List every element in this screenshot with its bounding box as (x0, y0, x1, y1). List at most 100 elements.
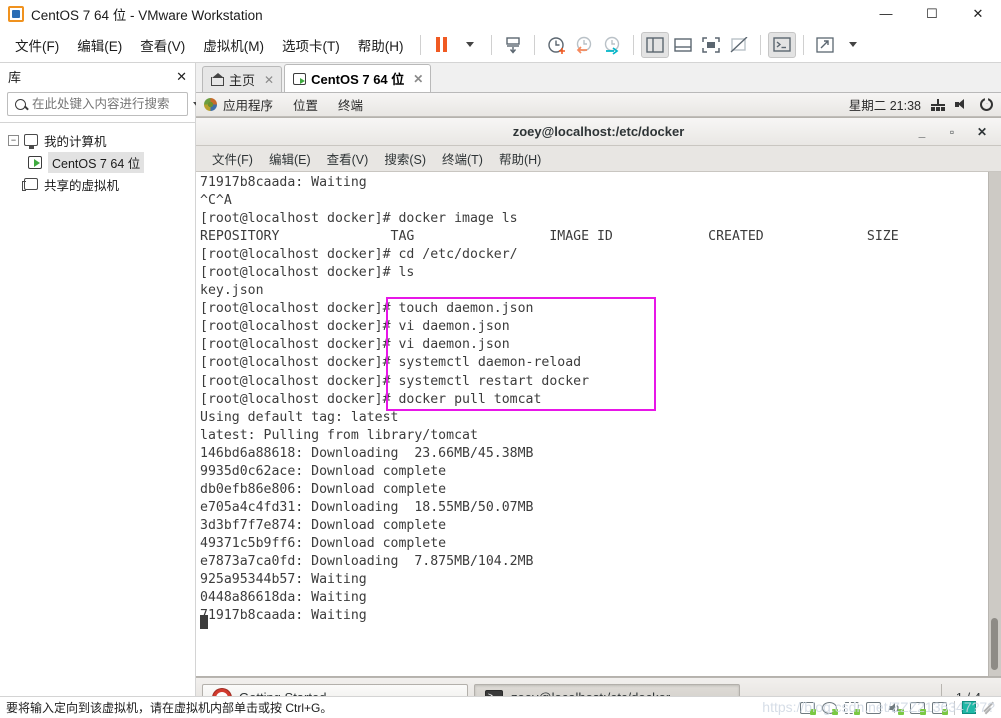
menu-help[interactable]: 帮助(H) (349, 31, 413, 59)
tab-label: CentOS 7 64 位 (311, 72, 405, 87)
tab-close-icon[interactable]: ✕ (264, 73, 274, 87)
status-bar: 要将输入定向到该虚拟机，请在虚拟机内部单击或按 Ctrl+G。 (0, 696, 1001, 718)
tab-pane: 主页 ✕ CentOS 7 64 位 ✕ 应用程序 位置 终端 星期二 21:3… (196, 63, 1001, 717)
console-icon[interactable] (767, 31, 796, 58)
menu-file[interactable]: 文件(F) (6, 31, 68, 59)
home-icon (211, 73, 224, 86)
guest-os-screen[interactable]: 应用程序 位置 终端 星期二 21:38 zoey@localhost:/etc… (196, 93, 1001, 717)
status-separator (954, 700, 955, 715)
network-adapter-icon[interactable] (844, 701, 860, 715)
terminal-scrollbar[interactable] (988, 172, 1001, 676)
toolbar-separator (802, 34, 804, 55)
hard-disk-icon[interactable] (800, 701, 816, 715)
library-close-icon[interactable]: ✕ (176, 69, 187, 85)
monitor-icon (24, 134, 38, 149)
menu-toolbar: 文件(F) 编辑(E) 查看(V) 虚拟机(M) 选项卡(T) 帮助(H) (0, 27, 1001, 63)
vm-running-icon (28, 155, 42, 169)
pause-icon[interactable] (428, 32, 456, 58)
gnome-applications-icon (204, 98, 217, 111)
tree-item-my-computer[interactable]: − 我的计算机 (6, 129, 195, 151)
usb-device-icon[interactable] (910, 701, 926, 715)
close-button[interactable]: ✕ (955, 0, 1001, 27)
resize-grip-icon[interactable] (983, 702, 995, 714)
tree-item-centos7[interactable]: CentOS 7 64 位 (6, 151, 195, 173)
terminal-menu-edit[interactable]: 编辑(E) (261, 149, 319, 168)
snapshot-take-icon[interactable] (499, 32, 527, 58)
panel-applications-menu[interactable]: 应用程序 (221, 95, 283, 114)
dropdown-caret-icon[interactable] (456, 32, 484, 58)
terminal-window: zoey@localhost:/etc/docker _ ▫ ✕ 文件(F) 编… (196, 117, 1001, 677)
toolbar-separator (632, 34, 634, 55)
tree-item-label: 共享的虚拟机 (44, 178, 120, 193)
terminal-cursor (200, 615, 208, 629)
terminal-menu-help[interactable]: 帮助(H) (491, 149, 549, 168)
terminal-minimize-button[interactable]: _ (915, 125, 929, 139)
terminal-title: zoey@localhost:/etc/docker (512, 124, 685, 139)
window-controls: — ☐ ✕ (863, 0, 1001, 27)
show-library-icon[interactable] (640, 31, 669, 58)
panel-terminal-menu[interactable]: 终端 (328, 95, 373, 114)
usb-device-icon[interactable] (932, 701, 948, 715)
status-message: 要将输入定向到该虚拟机，请在虚拟机内部单击或按 Ctrl+G。 (6, 701, 333, 715)
terminal-menu-view[interactable]: 查看(V) (319, 149, 377, 168)
terminal-window-controls: _ ▫ ✕ (915, 125, 997, 139)
printer-icon[interactable] (866, 701, 881, 714)
library-panel: 库 ✕ − 我的计算机 CentOS 7 64 位 (0, 63, 201, 717)
window-title: CentOS 7 64 位 - VMware Workstation (31, 7, 263, 23)
menu-tabs[interactable]: 选项卡(T) (273, 31, 349, 59)
device-status-icons (800, 700, 995, 715)
vm-running-icon (293, 72, 307, 85)
vmware-logo-icon (8, 5, 24, 22)
tab-home[interactable]: 主页 ✕ (202, 66, 283, 92)
menu-vm[interactable]: 虚拟机(M) (194, 31, 273, 59)
menu-view[interactable]: 查看(V) (131, 31, 194, 59)
terminal-output[interactable]: 71917b8caada: Waiting ^C^A [root@localho… (196, 172, 1001, 676)
gnome-top-panel: 应用程序 位置 终端 星期二 21:38 (196, 93, 1001, 117)
terminal-menu-terminal[interactable]: 终端(T) (434, 149, 491, 168)
stretch-icon[interactable] (811, 32, 839, 58)
terminal-close-button[interactable]: ✕ (975, 125, 989, 139)
panel-clock[interactable]: 星期二 21:38 (849, 95, 921, 114)
unity-mode-icon[interactable] (725, 32, 753, 58)
menu-edit[interactable]: 编辑(E) (68, 31, 131, 59)
tab-strip: 主页 ✕ CentOS 7 64 位 ✕ (196, 63, 1001, 93)
library-header: 库 ✕ (0, 63, 195, 90)
volume-icon[interactable] (955, 98, 970, 111)
toolbar-separator (490, 34, 492, 55)
tree-item-label: CentOS 7 64 位 (48, 151, 145, 173)
tree-item-shared-vms[interactable]: 共享的虚拟机 (6, 173, 195, 195)
fullscreen-icon[interactable] (697, 32, 725, 58)
terminal-text: 71917b8caada: Waiting ^C^A [root@localho… (200, 175, 899, 624)
panel-places-menu[interactable]: 位置 (283, 95, 328, 114)
expander-icon[interactable]: − (8, 134, 19, 146)
terminal-maximize-button[interactable]: ▫ (945, 125, 959, 139)
minimize-button[interactable]: — (863, 0, 909, 27)
network-icon[interactable] (931, 98, 945, 111)
power-icon[interactable] (980, 98, 993, 111)
tab-close-icon[interactable]: ✕ (413, 72, 423, 86)
panel-status-area: 星期二 21:38 (849, 95, 993, 114)
library-search-box[interactable] (7, 92, 201, 116)
snapshot-revert-icon[interactable] (570, 32, 598, 58)
toolbar-separator (533, 34, 535, 55)
library-tree: − 我的计算机 CentOS 7 64 位 共享的虚拟机 (0, 122, 195, 195)
snapshot-manager-icon[interactable] (542, 32, 570, 58)
terminal-menu-bar: 文件(F) 编辑(E) 查看(V) 搜索(S) 终端(T) 帮助(H) (196, 146, 1001, 172)
title-bar: CentOS 7 64 位 - VMware Workstation — ☐ ✕ (0, 0, 1001, 27)
maximize-button[interactable]: ☐ (909, 0, 955, 27)
terminal-menu-file[interactable]: 文件(F) (204, 149, 261, 168)
terminal-menu-search[interactable]: 搜索(S) (376, 149, 434, 168)
shared-vm-icon (22, 178, 38, 191)
terminal-title-bar: zoey@localhost:/etc/docker _ ▫ ✕ (196, 118, 1001, 146)
snapshot-settings-icon[interactable] (598, 32, 626, 58)
cd-dvd-icon[interactable] (822, 701, 838, 715)
tab-centos7[interactable]: CentOS 7 64 位 ✕ (284, 64, 432, 92)
vmware-workstation-window: CentOS 7 64 位 - VMware Workstation — ☐ ✕… (0, 0, 1001, 718)
terminal-scrollbar-thumb[interactable] (991, 618, 998, 670)
search-input[interactable] (32, 97, 193, 111)
main-split: 库 ✕ − 我的计算机 CentOS 7 64 位 (0, 63, 1001, 717)
sound-card-icon[interactable] (888, 702, 904, 715)
show-thumbnail-bar-icon[interactable] (669, 32, 697, 58)
stretch-caret-icon[interactable] (839, 32, 867, 58)
teal-indicator-icon[interactable] (962, 701, 976, 714)
